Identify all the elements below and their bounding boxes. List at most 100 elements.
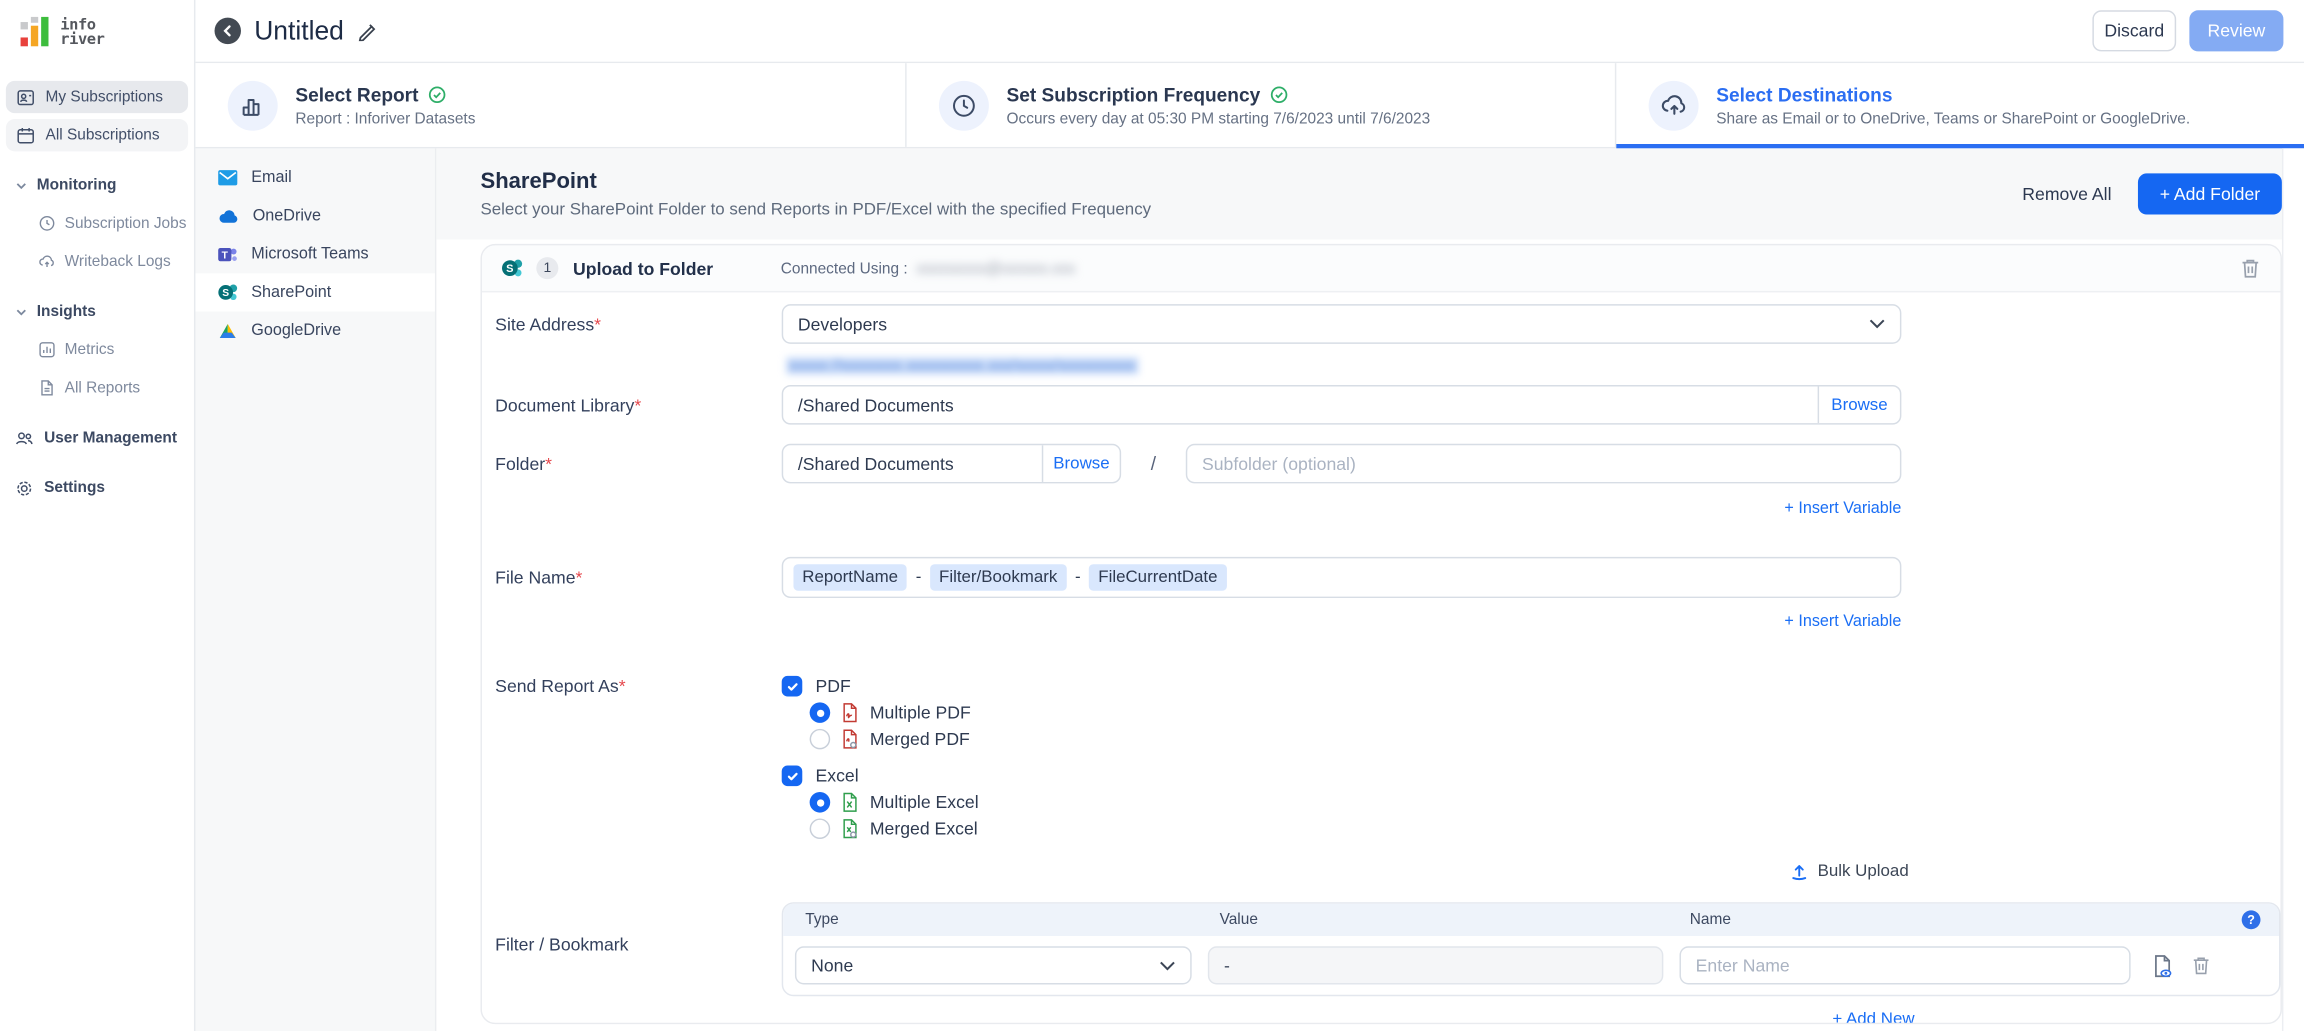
- document-library-value[interactable]: /Shared Documents: [783, 386, 1819, 423]
- filter-bookmark-label: Filter / Bookmark: [495, 934, 782, 955]
- connected-using-label: Connected Using :: [781, 259, 908, 277]
- merged-pdf-radio[interactable]: [810, 729, 831, 750]
- step-select-destinations[interactable]: Select Destinations Share as Email or to…: [1616, 63, 2304, 147]
- file-name-token[interactable]: ReportName: [793, 564, 906, 590]
- step-title: Select Destinations: [1716, 83, 1892, 105]
- upload-folder-row: S 1 Upload to Folder Connected Using : x…: [482, 245, 2281, 292]
- clock-icon: [38, 215, 56, 233]
- folder-index-badge: 1: [536, 257, 558, 279]
- preview-file-icon[interactable]: [2151, 953, 2175, 978]
- sidebar-item-writeback-logs[interactable]: Writeback Logs: [6, 245, 188, 277]
- excel-file-icon: [840, 792, 859, 813]
- trash-icon[interactable]: [2239, 256, 2261, 280]
- inforiver-logo-icon: [19, 15, 53, 49]
- step-subtitle: Share as Email or to OneDrive, Teams or …: [1716, 109, 2190, 127]
- filter-type-select[interactable]: None: [795, 946, 1192, 984]
- add-new-link[interactable]: + Add New: [1832, 1011, 1914, 1024]
- destination-sharepoint[interactable]: S SharePoint: [195, 273, 435, 311]
- sidebar-section-insights[interactable]: Insights: [6, 295, 188, 327]
- sharepoint-icon: S: [217, 282, 238, 303]
- back-button[interactable]: [215, 18, 241, 44]
- check-circle-icon: [427, 84, 446, 103]
- pdf-checkbox[interactable]: [782, 676, 803, 697]
- review-button[interactable]: Review: [2189, 10, 2283, 51]
- calendar-icon: [16, 126, 35, 145]
- sidebar-item-label: My Subscriptions: [46, 88, 163, 106]
- svg-text:S: S: [222, 288, 229, 299]
- svg-text:T: T: [222, 250, 229, 261]
- step-title: Set Subscription Frequency: [1007, 83, 1261, 105]
- destination-email[interactable]: Email: [195, 159, 435, 197]
- svg-text:S: S: [506, 263, 513, 275]
- excel-checkbox[interactable]: [782, 766, 803, 787]
- sidebar-item-all-subscriptions[interactable]: All Subscriptions: [6, 119, 188, 151]
- site-address-label: Site Address*: [495, 314, 782, 335]
- brand-logo: info river: [0, 0, 194, 63]
- filter-table-row: None -: [783, 936, 2279, 995]
- excel-option-label: Excel: [816, 766, 859, 787]
- bulk-upload-button[interactable]: Bulk Upload: [495, 861, 1997, 882]
- main-content: SharePoint Select your SharePoint Folder…: [436, 148, 2304, 1031]
- filter-table-header: Type Value Name ?: [783, 904, 2279, 936]
- chevron-left-icon: [220, 24, 235, 39]
- sidebar-item-label: User Management: [44, 429, 177, 447]
- insert-variable-link[interactable]: + Insert Variable: [1784, 613, 1901, 632]
- step-title: Select Report: [295, 83, 418, 105]
- folder-path-separator: /: [1121, 453, 1186, 475]
- sidebar-item-my-subscriptions[interactable]: My Subscriptions: [6, 81, 188, 113]
- discard-button[interactable]: Discard: [2092, 10, 2176, 51]
- sidebar-item-user-management[interactable]: User Management: [6, 422, 188, 454]
- upload-row-title: Upload to Folder: [573, 258, 713, 279]
- document-library-row: Document Library* /Shared Documents Brow…: [495, 385, 2280, 425]
- id-badge-icon: [16, 87, 35, 106]
- destination-googledrive[interactable]: GoogleDrive: [195, 312, 435, 350]
- scrollbar-gutter[interactable]: [2282, 148, 2304, 1031]
- filter-value-field: -: [1208, 946, 1664, 984]
- sidebar-section-monitoring[interactable]: Monitoring: [6, 169, 188, 201]
- folder-browse-button[interactable]: Browse: [1043, 455, 1119, 473]
- folder-value[interactable]: /Shared Documents: [783, 445, 1043, 482]
- file-name-token[interactable]: Filter/Bookmark: [930, 564, 1066, 590]
- multiple-excel-radio[interactable]: [810, 792, 831, 813]
- trash-icon[interactable]: [2191, 954, 2212, 976]
- add-folder-button[interactable]: + Add Folder: [2138, 173, 2282, 214]
- pdf-option-label: PDF: [816, 676, 851, 697]
- file-name-input[interactable]: ReportName - Filter/Bookmark - FileCurre…: [782, 557, 1902, 598]
- sharepoint-form: Site Address* Developers xxx: [482, 292, 2281, 1024]
- destination-label: GoogleDrive: [251, 322, 341, 340]
- subfolder-input[interactable]: [1186, 444, 1902, 484]
- help-icon[interactable]: ?: [2241, 910, 2262, 931]
- multiple-pdf-radio[interactable]: [810, 702, 831, 723]
- app-window: info river My Subscriptions All Subscrip…: [0, 0, 2304, 1031]
- filter-name-input[interactable]: [1680, 946, 2131, 984]
- sidebar-item-settings[interactable]: Settings: [6, 472, 188, 504]
- email-icon: [217, 169, 238, 187]
- pdf-file-icon: [840, 702, 859, 723]
- chevron-down-icon: [15, 179, 28, 192]
- remove-all-button[interactable]: Remove All: [2022, 184, 2111, 205]
- filter-bookmark-row: Filter / Bookmark Type Value Name ?: [495, 892, 2280, 996]
- metrics-chart-icon: [38, 341, 56, 359]
- top-bar: Untitled Discard Review: [195, 0, 2304, 63]
- merged-excel-radio[interactable]: [810, 818, 831, 839]
- bulk-upload-label: Bulk Upload: [1818, 863, 1909, 881]
- destination-label: Microsoft Teams: [251, 245, 368, 263]
- sidebar-section-label: Insights: [37, 303, 96, 321]
- document-library-browse-button[interactable]: Browse: [1819, 386, 1900, 423]
- destination-microsoft-teams[interactable]: T Microsoft Teams: [195, 235, 435, 273]
- site-address-select[interactable]: Developers: [782, 304, 1902, 344]
- sidebar-item-label: Subscription Jobs: [65, 215, 187, 233]
- sidebar-item-subscription-jobs[interactable]: Subscription Jobs: [6, 207, 188, 239]
- insert-variable-link[interactable]: + Insert Variable: [1784, 500, 1901, 519]
- sidebar-item-metrics[interactable]: Metrics: [6, 334, 188, 366]
- file-name-row: File Name* ReportName - Filter/Bookmark …: [495, 557, 2280, 598]
- step-select-report[interactable]: Select Report Report : Inforiver Dataset…: [195, 63, 906, 147]
- sidebar-item-all-reports[interactable]: All Reports: [6, 372, 188, 404]
- edit-pencil-icon[interactable]: [357, 21, 378, 42]
- destination-label: OneDrive: [253, 207, 321, 225]
- send-report-as-row: Send Report As* PDF: [495, 676, 2280, 839]
- step-set-frequency[interactable]: Set Subscription Frequency Occurs every …: [907, 63, 1617, 147]
- file-name-token[interactable]: FileCurrentDate: [1089, 564, 1226, 590]
- destination-onedrive[interactable]: OneDrive: [195, 197, 435, 235]
- folder-row: Folder* /Shared Documents Browse /: [495, 444, 2280, 484]
